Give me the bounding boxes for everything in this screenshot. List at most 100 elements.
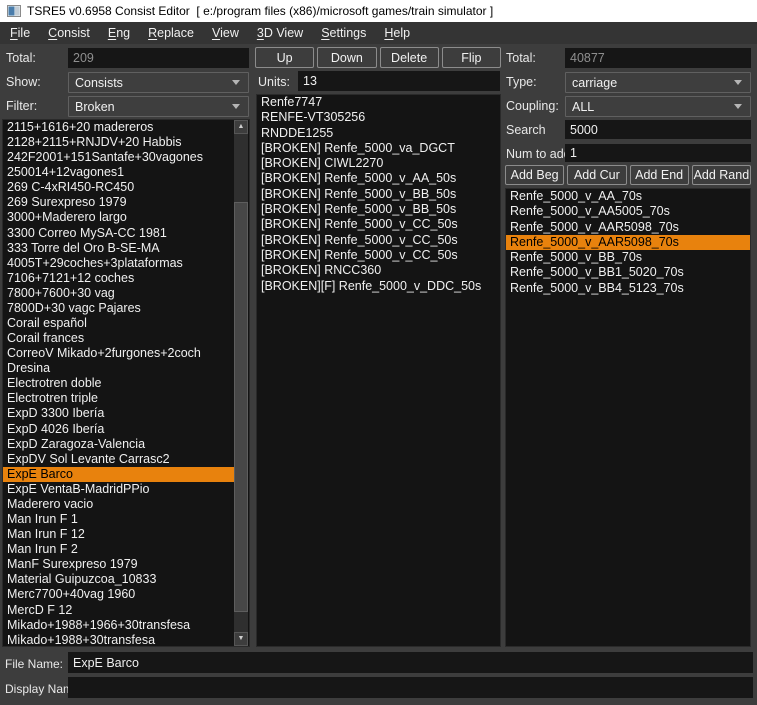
show-dropdown[interactable]: Consists (68, 72, 249, 93)
units-label: Units: (258, 74, 290, 90)
consist-list-item[interactable]: 7106+7121+12 coches (3, 271, 234, 286)
unit-list-item[interactable]: [BROKEN] Renfe_5000_v_CC_50s (257, 217, 500, 232)
consist-list-item[interactable]: MercD F 12 (3, 603, 234, 618)
file-name-label: File Name: (5, 656, 63, 672)
menu-file[interactable]: File (1, 22, 39, 44)
unit-list-item[interactable]: [BROKEN] Renfe_5000_v_CC_50s (257, 248, 500, 263)
chevron-down-icon (232, 104, 240, 109)
consist-list-item[interactable]: Merc7700+40vag 1960 (3, 587, 234, 602)
consist-list-item[interactable]: 4005T+29coches+3plataformas (3, 256, 234, 271)
title-bar: TSRE5 v0.6958 Consist Editor [ e:/progra… (0, 0, 757, 22)
consist-list-item[interactable]: Dresina (3, 361, 234, 376)
consist-list-item[interactable]: ExpDV Sol Levante Carrasc2 (3, 452, 234, 467)
consist-list-item[interactable]: ExpD Zaragoza-Valencia (3, 437, 234, 452)
consist-list-item[interactable]: Man Irun F 2 (3, 542, 234, 557)
menu-view[interactable]: View (203, 22, 248, 44)
result-list-item[interactable]: Renfe_5000_v_AA_70s (506, 189, 750, 204)
units-field[interactable] (298, 71, 500, 91)
consist-list-item[interactable]: Material Guipuzcoa_10833 (3, 572, 234, 587)
display-name-input[interactable] (68, 677, 753, 698)
search-label: Search (506, 122, 546, 138)
unit-list-item[interactable]: [BROKEN] Renfe_5000_v_CC_50s (257, 233, 500, 248)
search-input[interactable] (565, 120, 751, 139)
menu-eng[interactable]: Eng (99, 22, 139, 44)
show-label: Show: (6, 74, 41, 90)
app-icon (7, 5, 21, 17)
consist-list-item[interactable]: ExpE VentaB-MadridPPio (3, 482, 234, 497)
unit-list-item[interactable]: [BROKEN] Renfe_5000_va_DGCT (257, 141, 500, 156)
menu-help[interactable]: Help (375, 22, 419, 44)
unit-list-item[interactable]: [BROKEN] Renfe_5000_v_BB_50s (257, 187, 500, 202)
consist-list-item[interactable]: ExpD 3300 Ibería (3, 406, 234, 421)
unit-list-item[interactable]: [BROKEN] RNCC360 (257, 263, 500, 278)
consist-list-item[interactable]: Corail español (3, 316, 234, 331)
unit-list-item[interactable]: Renfe7747 (257, 95, 500, 110)
scrollbar-thumb[interactable] (234, 202, 248, 612)
consist-list-item[interactable]: ManF Surexpreso 1979 (3, 557, 234, 572)
consist-list-item[interactable]: 7800+7600+30 vag (3, 286, 234, 301)
result-list-item[interactable]: Renfe_5000_v_BB1_5020_70s (506, 265, 750, 280)
coupling-dropdown[interactable]: ALL (565, 96, 751, 117)
consist-list-item[interactable]: CorreoV Mikado+2furgones+2coch (3, 346, 234, 361)
file-name-input[interactable] (68, 652, 753, 673)
filter-dropdown[interactable]: Broken (68, 96, 249, 117)
consist-list-item[interactable]: 333 Torre del Oro B-SE-MA (3, 241, 234, 256)
result-list-item[interactable]: Renfe_5000_v_AAR5098_70s (506, 220, 750, 235)
add-button[interactable]: Add End (630, 165, 689, 185)
consist-list-item[interactable]: Maderero vacio (3, 497, 234, 512)
unit-list-item[interactable]: [BROKEN] Renfe_5000_v_AA_50s (257, 171, 500, 186)
consist-list-item[interactable]: Man Irun F 1 (3, 512, 234, 527)
consist-list-item[interactable]: Man Irun F 12 (3, 527, 234, 542)
result-list-item[interactable]: Renfe_5000_v_BB4_5123_70s (506, 281, 750, 296)
consist-edit-button[interactable]: Up (255, 47, 314, 68)
consist-list-item[interactable]: Electrotren doble (3, 376, 234, 391)
consist-list-item[interactable]: ExpD 4026 Ibería (3, 422, 234, 437)
chevron-down-icon (232, 80, 240, 85)
unit-list-item[interactable]: RENFE-VT305256 (257, 110, 500, 125)
result-list-item[interactable]: Renfe_5000_v_BB_70s (506, 250, 750, 265)
add-button[interactable]: Add Beg (505, 165, 564, 185)
menu-consist[interactable]: Consist (39, 22, 99, 44)
num-to-add-label: Num to add (506, 146, 571, 162)
search-results-list: Renfe_5000_v_AA_70sRenfe_5000_v_AA5005_7… (505, 188, 751, 647)
scroll-up-icon[interactable]: ▲ (234, 120, 248, 134)
type-dropdown[interactable]: carriage (565, 72, 751, 93)
consist-list-item[interactable]: Electrotren triple (3, 391, 234, 406)
consist-list-item[interactable]: 269 C-4xRI450-RC450 (3, 180, 234, 195)
show-dropdown-value: Consists (75, 76, 232, 90)
unit-list-item[interactable]: RNDDE1255 (257, 126, 500, 141)
unit-list-item[interactable]: [BROKEN] CIWL2270 (257, 156, 500, 171)
add-button[interactable]: Add Cur (567, 165, 626, 185)
scroll-down-icon[interactable]: ▼ (234, 632, 248, 646)
unit-list-item[interactable]: [BROKEN] Renfe_5000_v_BB_50s (257, 202, 500, 217)
right-total-field[interactable] (565, 48, 751, 68)
consists-scrollbar[interactable]: ▲ ▼ (234, 120, 248, 646)
add-button[interactable]: Add Rand (692, 165, 751, 185)
consist-edit-button[interactable]: Delete (380, 47, 439, 68)
menu-settings[interactable]: Settings (312, 22, 375, 44)
right-total-label: Total: (506, 50, 536, 66)
consist-list-item[interactable]: 7800D+30 vagc Pajares (3, 301, 234, 316)
menu-replace[interactable]: Replace (139, 22, 203, 44)
consist-list-item[interactable]: 250014+12vagones1 (3, 165, 234, 180)
consist-list-item[interactable]: Corail frances (3, 331, 234, 346)
consist-list-item[interactable]: 269 Surexpreso 1979 (3, 195, 234, 210)
consist-edit-button[interactable]: Down (317, 47, 376, 68)
consist-list-item[interactable]: Mikado+1988+1966+30transfesa (3, 618, 234, 633)
type-dropdown-value: carriage (572, 76, 734, 90)
consist-edit-button[interactable]: Flip (442, 47, 501, 68)
num-to-add-input[interactable] (565, 144, 751, 162)
consist-list-item[interactable]: ExpE Barco (3, 467, 234, 482)
result-list-item[interactable]: Renfe_5000_v_AA5005_70s (506, 204, 750, 219)
consist-list-item[interactable]: 2128+2115+RNJDV+20 Habbis (3, 135, 234, 150)
left-total-label: Total: (6, 50, 36, 66)
consist-list-item[interactable]: 3300 Correo MySA-CC 1981 (3, 226, 234, 241)
result-list-item[interactable]: Renfe_5000_v_AAR5098_70s (506, 235, 750, 250)
consist-list-item[interactable]: 2115+1616+20 madereros (3, 120, 234, 135)
consist-list-item[interactable]: 242F2001+151Santafe+30vagones (3, 150, 234, 165)
menu-3d-view[interactable]: 3D View (248, 22, 312, 44)
consist-list-item[interactable]: 3000+Maderero largo (3, 210, 234, 225)
consist-list-item[interactable]: Mikado+1988+30transfesa (3, 633, 234, 647)
left-total-field[interactable] (68, 48, 249, 68)
unit-list-item[interactable]: [BROKEN][F] Renfe_5000_v_DDC_50s (257, 279, 500, 294)
